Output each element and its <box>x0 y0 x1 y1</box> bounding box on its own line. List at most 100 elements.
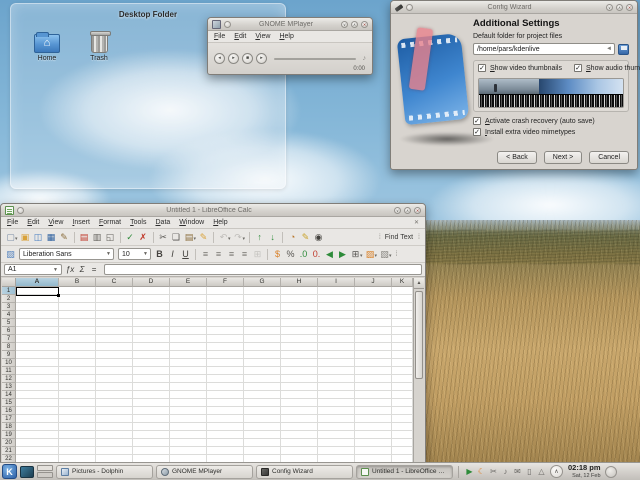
cell-f16[interactable] <box>207 407 244 415</box>
cell-i6[interactable] <box>318 327 355 335</box>
cell-e7[interactable] <box>170 335 207 343</box>
cell-b2[interactable] <box>59 295 96 303</box>
add-decimal-icon[interactable]: .0 <box>297 248 310 261</box>
cell-g6[interactable] <box>244 327 281 335</box>
row-header-21[interactable]: 21 <box>2 447 16 455</box>
next-button[interactable]: Next > <box>544 151 582 164</box>
cell-h14[interactable] <box>281 391 318 399</box>
font-size-combo[interactable]: 10▼ <box>118 248 151 260</box>
select-all-corner[interactable] <box>2 278 16 287</box>
cell-j12[interactable] <box>355 375 392 383</box>
mplayer-close-button[interactable]: ✕ <box>361 21 368 28</box>
vertical-scrollbar[interactable]: ▲ <box>413 278 424 470</box>
cell-h9[interactable] <box>281 351 318 359</box>
checkbox-icon[interactable]: ✓ <box>574 64 582 72</box>
cell-c9[interactable] <box>96 351 133 359</box>
cell-c19[interactable] <box>96 431 133 439</box>
cell-f21[interactable] <box>207 447 244 455</box>
previous-button[interactable]: ◂ <box>214 53 225 64</box>
cell-i5[interactable] <box>318 319 355 327</box>
desktop-pager[interactable] <box>37 465 53 478</box>
column-header-h[interactable]: H <box>281 278 318 287</box>
cell-d4[interactable] <box>133 311 170 319</box>
cell-f12[interactable] <box>207 375 244 383</box>
bold-icon[interactable]: B <box>153 248 166 261</box>
cell-d3[interactable] <box>133 303 170 311</box>
column-header-j[interactable]: J <box>355 278 392 287</box>
cell-j10[interactable] <box>355 359 392 367</box>
cell-d9[interactable] <box>133 351 170 359</box>
cell-e19[interactable] <box>170 431 207 439</box>
cell-e9[interactable] <box>170 351 207 359</box>
cell-i14[interactable] <box>318 391 355 399</box>
cell-j20[interactable] <box>355 439 392 447</box>
cell-j16[interactable] <box>355 407 392 415</box>
pager-desktop-1[interactable] <box>37 465 53 471</box>
sort-ascending-icon[interactable]: ↑ <box>253 231 266 244</box>
align-center-icon[interactable]: ≡ <box>212 248 225 261</box>
cell-h13[interactable] <box>281 383 318 391</box>
panel-cashew-icon[interactable] <box>606 465 617 478</box>
cell-k7[interactable] <box>392 335 413 343</box>
cell-g15[interactable] <box>244 399 281 407</box>
export-pdf-icon[interactable]: ▤ <box>78 231 91 244</box>
cell-a9[interactable] <box>16 351 59 359</box>
cell-c17[interactable] <box>96 415 133 423</box>
cell-f17[interactable] <box>207 415 244 423</box>
italic-icon[interactable]: I <box>166 248 179 261</box>
cell-b14[interactable] <box>59 391 96 399</box>
font-name-combo[interactable]: Liberation Sans▼ <box>19 248 114 260</box>
digital-clock[interactable]: 02:18 pm Sat, 12 Feb <box>566 464 603 478</box>
cell-a20[interactable] <box>16 439 59 447</box>
taskbar-task-gnome-mplayer[interactable]: GNOME MPlayer <box>156 465 253 479</box>
cell-j21[interactable] <box>355 447 392 455</box>
kde-launcher-icon[interactable]: K <box>2 464 17 479</box>
cell-e3[interactable] <box>170 303 207 311</box>
cell-g4[interactable] <box>244 311 281 319</box>
cell-b19[interactable] <box>59 431 96 439</box>
cell-k13[interactable] <box>392 383 413 391</box>
cell-c20[interactable] <box>96 439 133 447</box>
cell-j4[interactable] <box>355 311 392 319</box>
column-header-b[interactable]: B <box>59 278 96 287</box>
cell-c5[interactable] <box>96 319 133 327</box>
cell-d14[interactable] <box>133 391 170 399</box>
mplayer-menu-button[interactable] <box>224 21 231 28</box>
cell-b21[interactable] <box>59 447 96 455</box>
cell-i18[interactable] <box>318 423 355 431</box>
cell-i8[interactable] <box>318 343 355 351</box>
cell-k12[interactable] <box>392 375 413 383</box>
align-left-icon[interactable]: ≡ <box>199 248 212 261</box>
row-header-19[interactable]: 19 <box>2 431 16 439</box>
mplayer-menu-help[interactable]: Help <box>279 33 293 40</box>
background-color-icon[interactable]: ▨ <box>364 248 377 261</box>
cell-e11[interactable] <box>170 367 207 375</box>
cell-d11[interactable] <box>133 367 170 375</box>
cell-k16[interactable] <box>392 407 413 415</box>
taskbar-task-libreoffice-calc[interactable]: Untitled 1 - LibreOffice Calc <box>356 465 453 479</box>
mplayer-menu-edit[interactable]: Edit <box>234 33 246 40</box>
cell-a13[interactable] <box>16 383 59 391</box>
cell-h5[interactable] <box>281 319 318 327</box>
calc-menu-tools[interactable]: Tools <box>130 219 146 226</box>
column-header-g[interactable]: G <box>244 278 281 287</box>
cell-g14[interactable] <box>244 391 281 399</box>
cell-k8[interactable] <box>392 343 413 351</box>
column-header-k[interactable]: K <box>392 278 413 287</box>
cell-b18[interactable] <box>59 423 96 431</box>
cell-h8[interactable] <box>281 343 318 351</box>
toolbar-overflow-icon[interactable]: ⁞ <box>418 234 419 241</box>
cell-j19[interactable] <box>355 431 392 439</box>
cell-c21[interactable] <box>96 447 133 455</box>
calc-menu-format[interactable]: Format <box>99 219 121 226</box>
cell-c7[interactable] <box>96 335 133 343</box>
calc-menu-help[interactable]: Help <box>213 219 227 226</box>
cell-b17[interactable] <box>59 415 96 423</box>
show-draw-functions-icon[interactable]: ✎ <box>299 231 312 244</box>
cell-e12[interactable] <box>170 375 207 383</box>
auto-spellcheck-icon[interactable]: ✗ <box>137 231 150 244</box>
cell-d21[interactable] <box>133 447 170 455</box>
cell-b11[interactable] <box>59 367 96 375</box>
cell-h3[interactable] <box>281 303 318 311</box>
cell-a3[interactable] <box>16 303 59 311</box>
